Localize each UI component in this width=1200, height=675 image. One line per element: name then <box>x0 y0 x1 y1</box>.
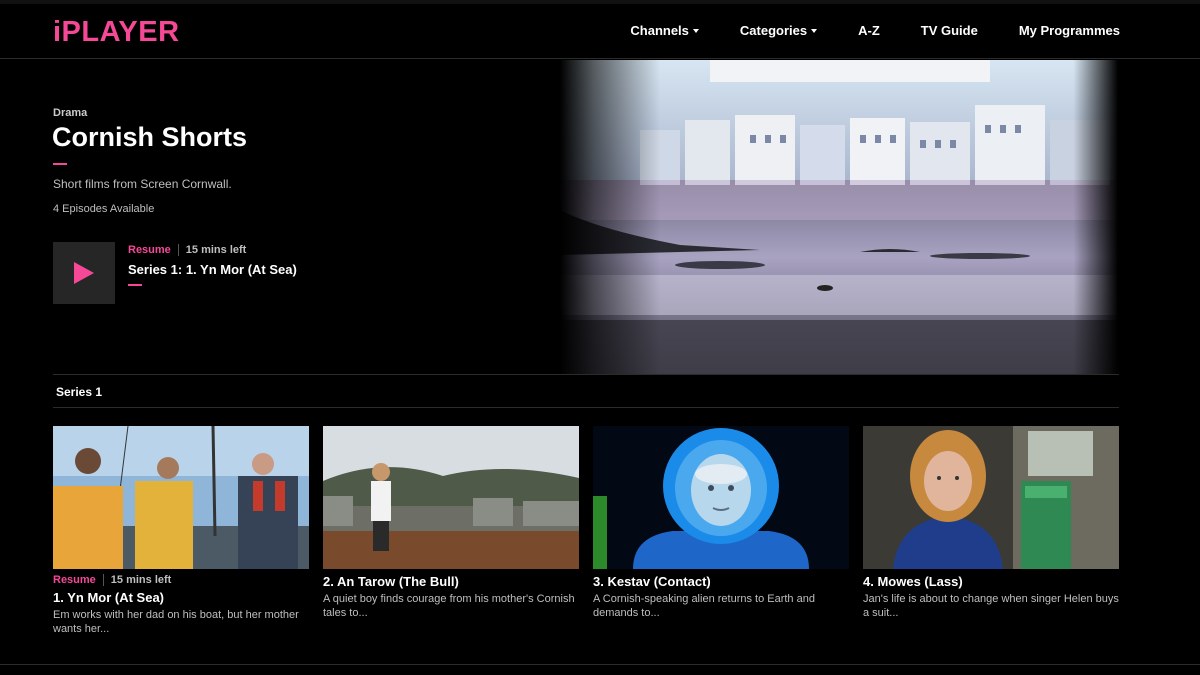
divider <box>177 244 179 256</box>
site-header: iPLAYER Channels Categories A-Z TV Guide… <box>0 4 1200 59</box>
nav-a-z-label: A-Z <box>858 23 880 38</box>
title-underline <box>53 163 67 165</box>
resume-underline <box>128 284 142 286</box>
episode-thumbnail-1[interactable] <box>53 426 309 569</box>
divider <box>53 374 1119 375</box>
episode-thumbnail-2[interactable] <box>323 426 579 569</box>
episode-card-4[interactable]: 4. Mowes (Lass) Jan's life is about to c… <box>863 426 1119 619</box>
series-label[interactable]: Series 1 <box>56 385 102 399</box>
nav-categories[interactable]: Categories <box>739 23 818 38</box>
episode-description: A Cornish-speaking alien returns to Eart… <box>593 593 815 619</box>
genre-label[interactable]: Drama <box>53 107 87 119</box>
programme-synopsis: Short films from Screen Cornwall. <box>53 177 232 191</box>
episode-thumbnail-4[interactable] <box>863 426 1119 569</box>
nav-channels-label: Channels <box>630 23 689 38</box>
episode-description: A quiet boy finds courage from his mothe… <box>323 593 575 619</box>
resume-episode-title[interactable]: Series 1: 1. Yn Mor (At Sea) <box>128 262 297 277</box>
play-button[interactable] <box>53 242 115 304</box>
resume-info: Resume 15 mins left <box>128 244 246 256</box>
episode-card-3[interactable]: 3. Kestav (Contact) A Cornish-speaking a… <box>593 426 849 619</box>
hero-image-fade <box>560 60 1118 374</box>
moorland-boy-image <box>323 426 579 569</box>
nav-my-programmes[interactable]: My Programmes <box>1019 23 1120 38</box>
episode-list: Resume 15 mins left 1. Yn Mor (At Sea) E… <box>53 426 1123 641</box>
episode-thumbnail-3[interactable] <box>593 426 849 569</box>
nav-categories-label: Categories <box>739 23 808 38</box>
episode-title[interactable]: 4. Mowes (Lass) <box>863 574 963 589</box>
resume-label: Resume <box>128 244 171 256</box>
nav-tv-guide[interactable]: TV Guide <box>921 23 978 38</box>
woman-street-image <box>863 426 1119 569</box>
episode-card-2[interactable]: 2. An Tarow (The Bull) A quiet boy finds… <box>323 426 579 619</box>
iplayer-logo[interactable]: iPLAYER <box>53 16 180 49</box>
divider <box>53 407 1119 408</box>
nav-channels[interactable]: Channels <box>630 23 699 38</box>
boat-crew-image <box>53 426 309 569</box>
episode-count: 4 Episodes Available <box>53 203 155 215</box>
divider <box>0 664 1200 665</box>
page-title: Cornish Shorts <box>52 122 248 152</box>
nav-tv-guide-label: TV Guide <box>920 23 978 38</box>
nav-my-programmes-label: My Programmes <box>1018 23 1120 38</box>
alien-helmet-image <box>593 426 849 569</box>
episode-description: Jan's life is about to change when singe… <box>863 593 1119 619</box>
time-left: 15 mins left <box>110 574 172 586</box>
resume-info: Resume 15 mins left <box>53 574 171 586</box>
episode-title[interactable]: 2. An Tarow (The Bull) <box>323 574 459 589</box>
time-left: 15 mins left <box>185 244 247 256</box>
episode-title[interactable]: 1. Yn Mor (At Sea) <box>53 590 164 605</box>
nav-a-z[interactable]: A-Z <box>858 23 880 38</box>
play-icon <box>74 262 94 284</box>
divider <box>102 574 104 586</box>
chevron-down-icon <box>692 28 699 33</box>
episode-card-1[interactable]: Resume 15 mins left 1. Yn Mor (At Sea) E… <box>53 426 309 635</box>
episode-description: Em works with her dad on his boat, but h… <box>53 609 299 635</box>
hero-image <box>560 60 1118 374</box>
resume-label: Resume <box>53 574 96 586</box>
main-nav: Channels Categories A-Z TV Guide My Prog… <box>589 23 1120 38</box>
episode-title[interactable]: 3. Kestav (Contact) <box>593 574 711 589</box>
hero-section: Drama Cornish Shorts Short films from Sc… <box>0 60 1200 374</box>
chevron-down-icon <box>811 28 818 33</box>
